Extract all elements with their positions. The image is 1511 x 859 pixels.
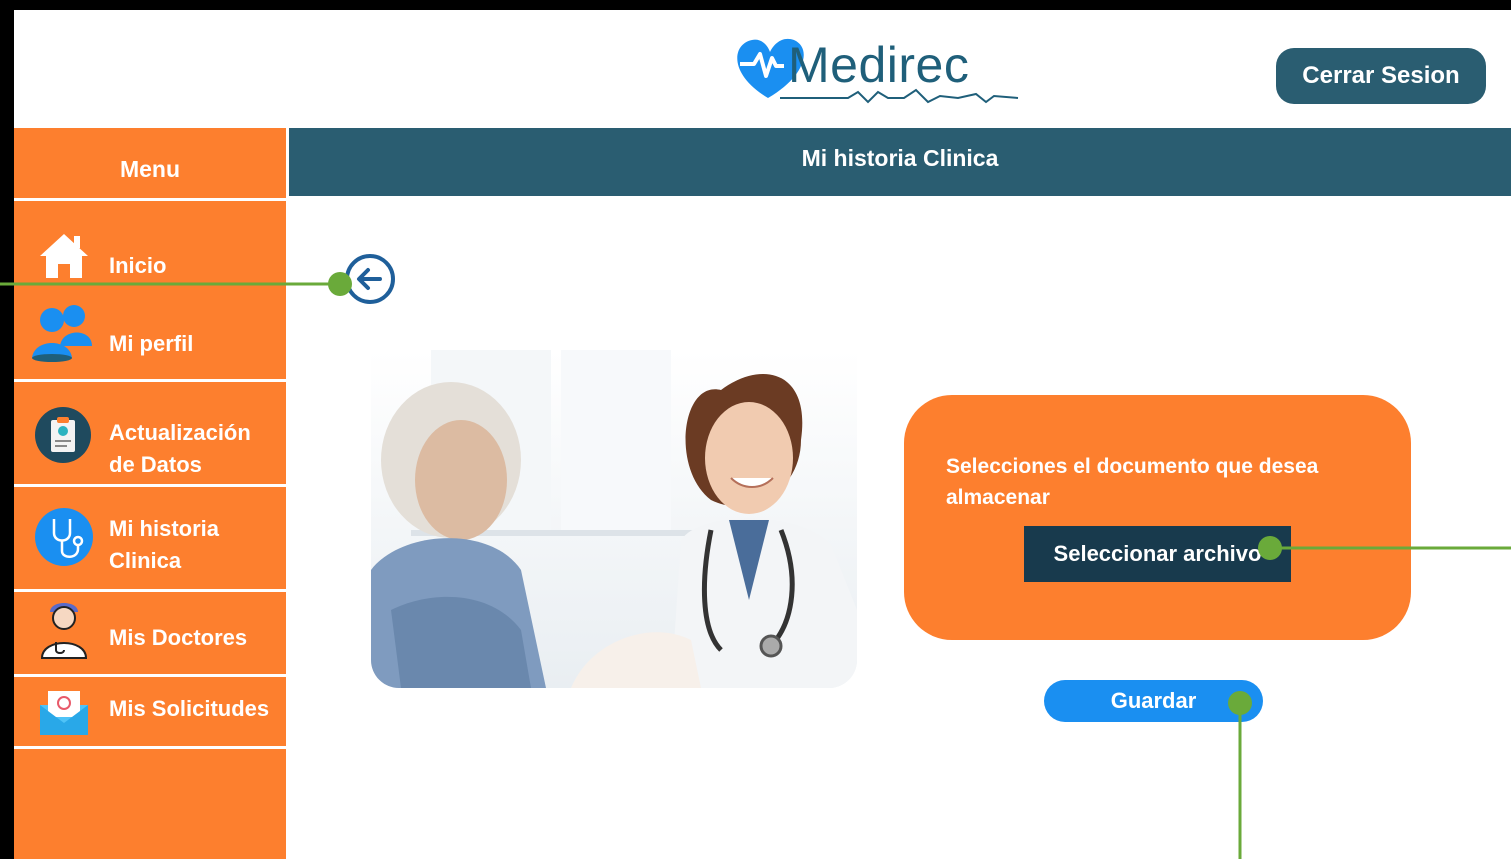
mail-icon: [40, 691, 88, 735]
sidebar-divider: [14, 746, 286, 749]
clipboard-icon: [35, 407, 91, 463]
sidebar-item-mis-solicitudes[interactable]: Mis Solicitudes: [14, 677, 286, 746]
doctor-patient-photo: [371, 350, 857, 688]
sidebar-menu-title: Menu: [119, 155, 181, 182]
sidebar-item-label: Actualización de Datos: [109, 420, 251, 477]
sidebar-item-label: Mis Solicitudes: [109, 696, 270, 721]
users-icon: [32, 305, 92, 362]
sidebar-item-label: Mi historia Clinica: [109, 516, 220, 573]
sidebar-item-actualizacion-de-datos[interactable]: Actualización de Datos: [14, 382, 286, 484]
sidebar-divider: [14, 198, 286, 201]
logo-text: Medirec: [788, 37, 970, 93]
home-icon: [40, 234, 88, 278]
sidebar-item-label: Inicio: [109, 253, 167, 278]
upload-card: [904, 395, 1411, 640]
sidebar-edge: [286, 128, 289, 859]
upload-prompt: Selecciones el documento que desea almac…: [946, 455, 1319, 509]
logout-button[interactable]: Cerrar Sesion: [1276, 48, 1486, 104]
back-arrow-icon[interactable]: [344, 253, 396, 305]
select-file-button[interactable]: Seleccionar archivo: [1024, 526, 1291, 582]
sidebar-item-mi-perfil[interactable]: Mi perfil: [14, 300, 286, 376]
sidebar-item-mi-historia-clinica[interactable]: Mi historia Clinica: [14, 487, 286, 589]
sidebar-item-label: Mi perfil: [109, 331, 194, 356]
doctor-icon: [40, 603, 88, 659]
sidebar-item-mis-doctores[interactable]: Mis Doctores: [14, 592, 286, 674]
page-title: Mi historia Clinica: [289, 128, 1511, 196]
sidebar-item-label: Mis Doctores: [109, 625, 248, 650]
stethoscope-icon: [35, 508, 93, 566]
sidebar-item-inicio[interactable]: Inicio: [14, 222, 286, 286]
save-button[interactable]: Guardar: [1044, 680, 1263, 722]
